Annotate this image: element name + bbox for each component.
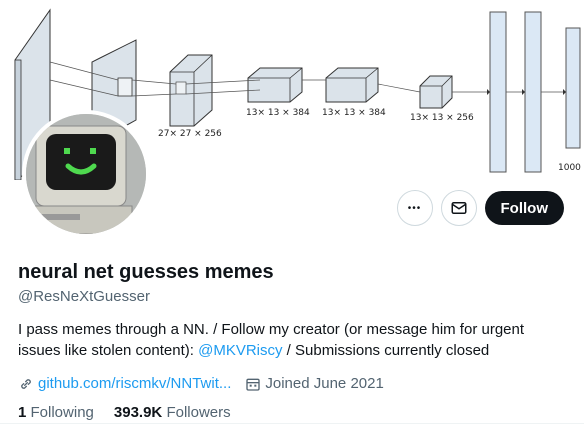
- following-stat[interactable]: 1 Following: [18, 404, 94, 421]
- output-label: 1000: [558, 163, 581, 173]
- website-link[interactable]: github.com/riscmkv/NNTwit...: [38, 375, 231, 392]
- following-count: 1: [18, 404, 27, 421]
- website-item: github.com/riscmkv/NNTwit...: [18, 375, 231, 392]
- dim-label-13c: 13× 13 × 256: [410, 113, 474, 123]
- followers-label: Followers: [166, 404, 231, 421]
- profile-actions: ••• Follow: [396, 190, 564, 226]
- dim-label-13b: 13× 13 × 384: [322, 108, 386, 118]
- dim-label-13a: 13× 13 × 384: [246, 108, 310, 118]
- conv-layer-5-block: [325, 67, 379, 103]
- creator-mention-link[interactable]: @MKVRiscy: [198, 342, 282, 359]
- calendar-icon: [246, 378, 261, 391]
- mail-icon: [451, 202, 466, 214]
- message-button[interactable]: [440, 190, 477, 226]
- profile-meta: github.com/riscmkv/NNTwit... Joined June…: [18, 375, 568, 392]
- profile-stats: 1 Following 393.9K Followers: [18, 404, 568, 421]
- profile-bio: I pass memes through a NN. / Follow my c…: [18, 319, 568, 361]
- joined-item: Joined June 2021: [245, 375, 384, 392]
- dim-label-27: 27× 27 × 256: [158, 129, 222, 139]
- conv-layer-3-block: [169, 54, 213, 127]
- followers-stat[interactable]: 393.9K Followers: [114, 404, 231, 421]
- followers-count: 393.9K: [113, 404, 163, 421]
- profile-info: neural net guesses memes @ResNeXtGuesser…: [18, 260, 568, 421]
- avatar[interactable]: [22, 110, 150, 238]
- more-options-button[interactable]: •••: [396, 190, 433, 226]
- profile-handle: @ResNeXtGuesser: [18, 288, 150, 305]
- dense-layer-blocks: [489, 11, 581, 173]
- follow-button[interactable]: Follow: [484, 191, 564, 225]
- link-icon: [21, 378, 31, 389]
- profile-name: neural net guesses memes: [18, 261, 274, 283]
- conv-layer-6-block: [419, 75, 453, 109]
- more-options-icon: •••: [407, 202, 422, 214]
- joined-date: Joined June 2021: [265, 375, 384, 392]
- bio-text-2: / Submissions currently closed: [282, 342, 490, 359]
- conv-layer-4-block: [247, 67, 303, 103]
- following-label: Following: [30, 404, 94, 421]
- retro-computer-icon: [26, 114, 146, 234]
